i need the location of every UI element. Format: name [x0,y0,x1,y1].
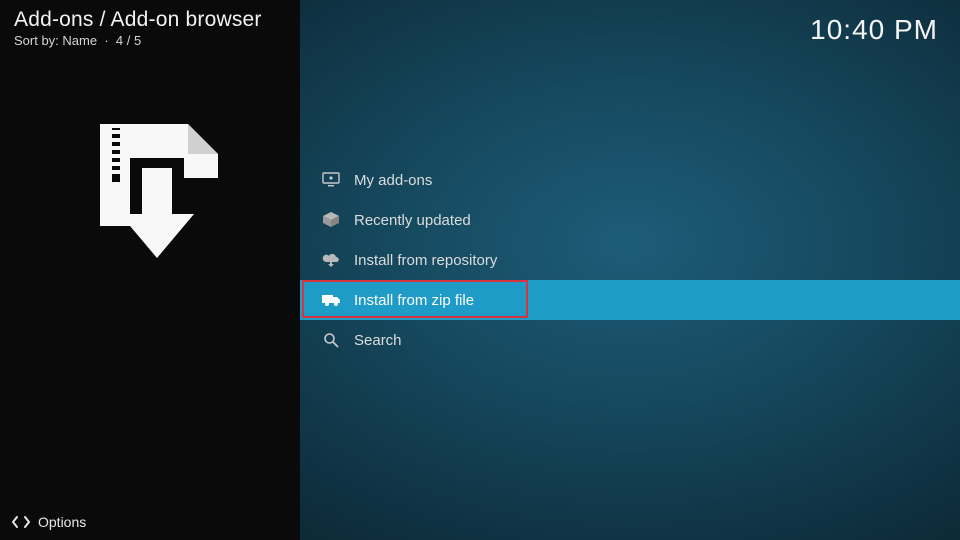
cloud-download-icon [316,252,346,268]
sort-prefix: Sort by: [14,33,59,48]
menu-item-label: Install from repository [354,252,497,269]
menu-item-label: Search [354,332,402,349]
sort-info: Sort by: Name · 4 / 5 [14,33,262,48]
menu-item-label: My add-ons [354,172,432,189]
menu-item-install-repository[interactable]: Install from repository [300,240,960,280]
menu-item-my-addons[interactable]: My add-ons [300,160,960,200]
sidebar-panel [0,0,300,540]
menu-item-label: Install from zip file [354,292,474,309]
install-zip-large-icon [70,116,230,276]
menu-item-search[interactable]: Search [300,320,960,360]
clock: 10:40 PM [810,14,938,46]
footer-options[interactable]: Options [12,514,86,530]
monitor-icon [316,172,346,188]
menu-item-label: Recently updated [354,212,471,229]
box-refresh-icon [316,211,346,229]
menu-item-install-zip[interactable]: Install from zip file [300,280,960,320]
position-indicator: 4 / 5 [116,33,141,48]
sort-value: Name [62,33,97,48]
addon-browser-menu: My add-ons Recently updated Install from… [300,160,960,360]
options-label: Options [38,514,86,530]
menu-item-recently-updated[interactable]: Recently updated [300,200,960,240]
breadcrumb-title: Add-ons / Add-on browser [14,8,262,32]
search-icon [316,332,346,348]
options-arrows-icon [12,515,30,529]
header: Add-ons / Add-on browser Sort by: Name ·… [14,8,262,48]
zip-truck-icon [316,293,346,307]
